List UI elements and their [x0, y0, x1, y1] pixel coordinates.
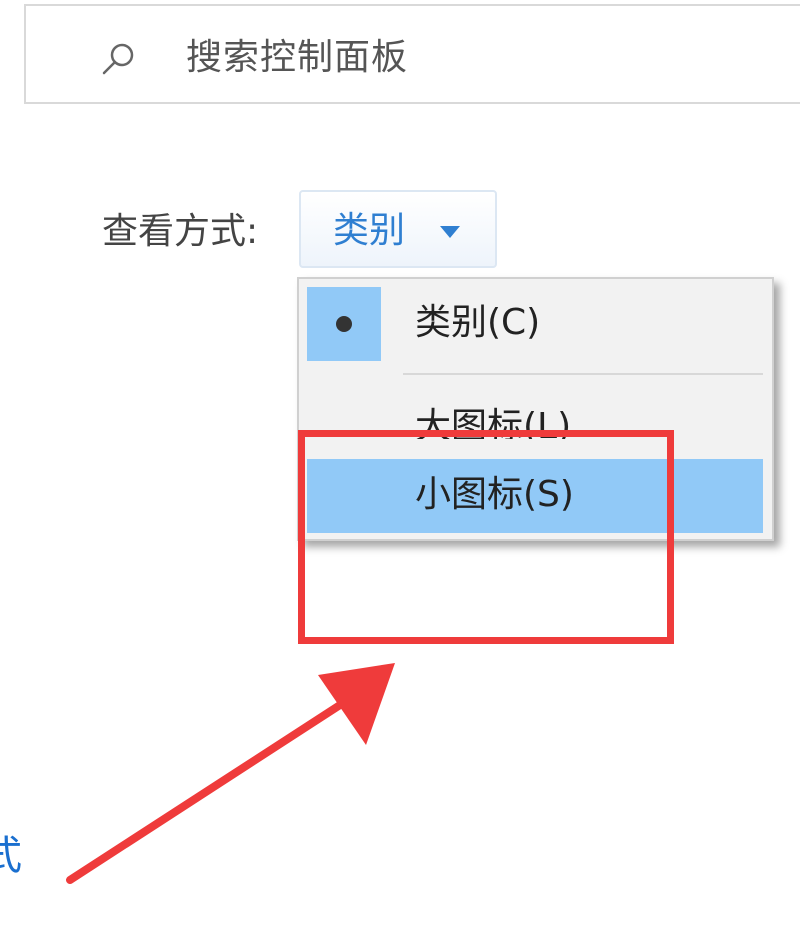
bullet-icon [336, 316, 352, 332]
view-mode-value: 类别 [333, 210, 406, 251]
selected-indicator [307, 287, 381, 361]
view-mode-dropdown[interactable]: 类别 [299, 190, 497, 268]
annotation-highlight-box [298, 430, 674, 644]
caret-down-icon [440, 226, 460, 238]
search-box[interactable]: 搜索控制面板 [24, 4, 800, 104]
annotation-arrow-icon [66, 663, 395, 884]
view-mode-label: 查看方式: [102, 211, 259, 252]
search-placeholder: 搜索控制面板 [186, 37, 409, 78]
partial-link-text[interactable]: 式 [0, 832, 22, 880]
menu-separator [403, 373, 763, 375]
menu-item-label: 类别(C) [415, 302, 541, 343]
search-icon [102, 43, 134, 75]
menu-item-category[interactable]: 类别(C) [307, 287, 763, 361]
